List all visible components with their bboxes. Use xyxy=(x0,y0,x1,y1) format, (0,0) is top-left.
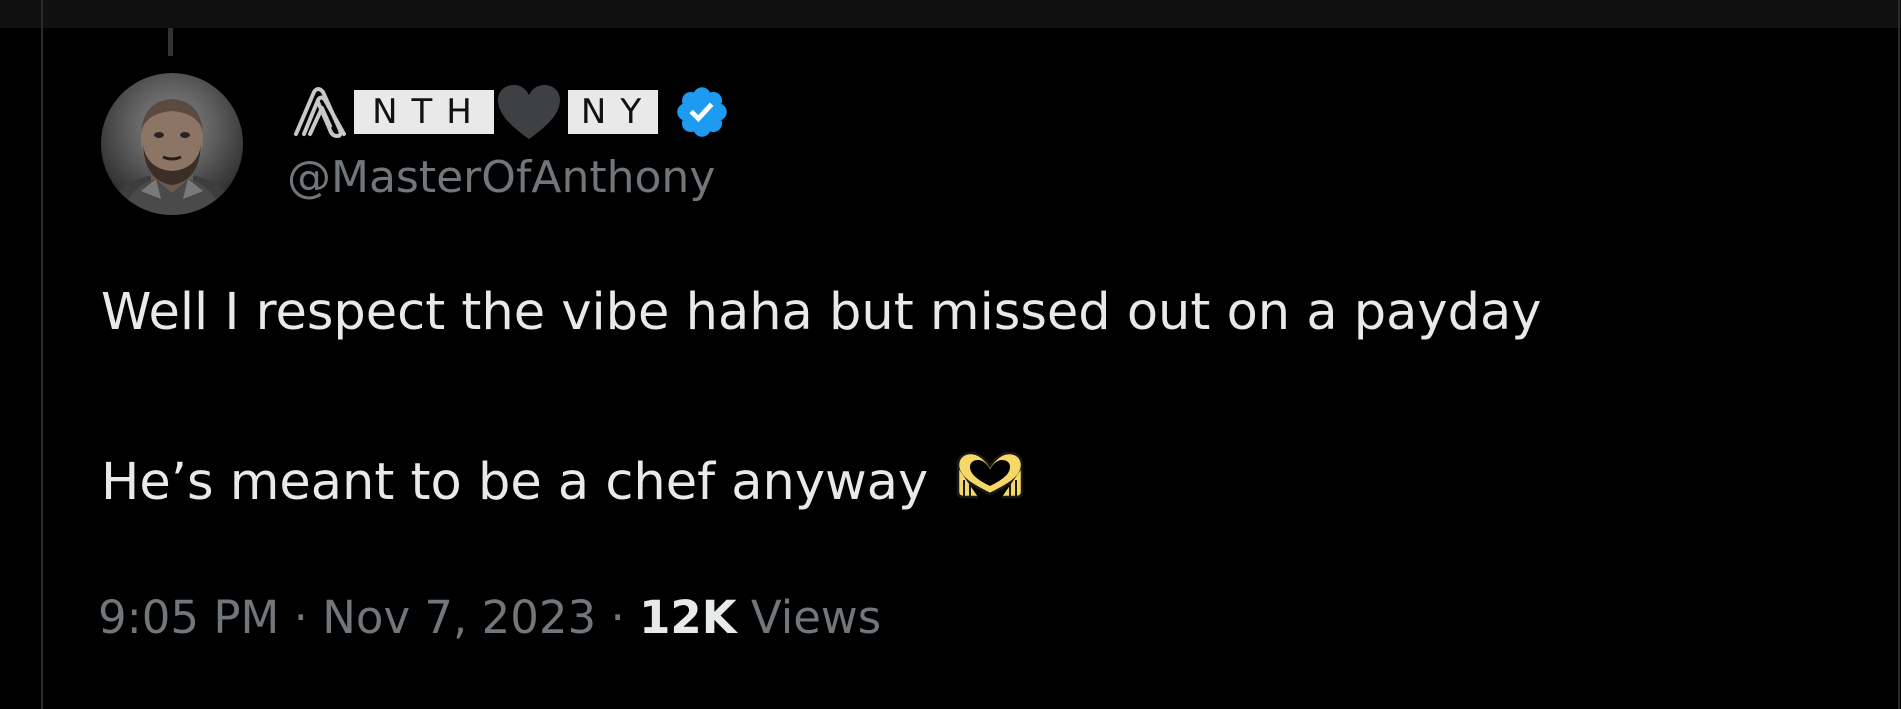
heart-hands-emoji-icon xyxy=(952,450,1028,513)
tweet-date[interactable]: Nov 7, 2023 xyxy=(322,591,596,644)
meta-separator: · xyxy=(293,591,308,644)
verified-badge-icon[interactable] xyxy=(672,82,732,142)
avatar[interactable] xyxy=(101,73,243,215)
heart-icon xyxy=(494,84,564,140)
display-name-part-2: NY xyxy=(568,90,658,134)
tweet-text-line-2-text: He’s meant to be a chef anyway xyxy=(101,453,929,512)
top-bar xyxy=(0,0,1901,28)
user-handle[interactable]: @MasterOfAnthony xyxy=(287,152,715,203)
tweet-time[interactable]: 9:05 PM xyxy=(98,591,279,644)
tweet-text-line-1: Well I respect the vibe haha but missed … xyxy=(101,283,1542,342)
tweet-text-line-2: He’s meant to be a chef anyway xyxy=(101,450,1028,517)
tweet-meta: 9:05 PM · Nov 7, 2023 · 12K Views xyxy=(98,591,881,644)
meta-separator: · xyxy=(610,591,625,644)
display-name-part-1: NTH xyxy=(354,90,494,134)
display-name[interactable]: NTH NY xyxy=(290,84,732,140)
paperclip-icon xyxy=(290,84,354,140)
thread-connector-line xyxy=(168,28,173,56)
views-count: 12K xyxy=(639,591,737,644)
views-label: Views xyxy=(750,591,882,644)
left-divider xyxy=(41,0,43,709)
right-divider xyxy=(1898,0,1900,709)
avatar-photo xyxy=(102,99,242,215)
